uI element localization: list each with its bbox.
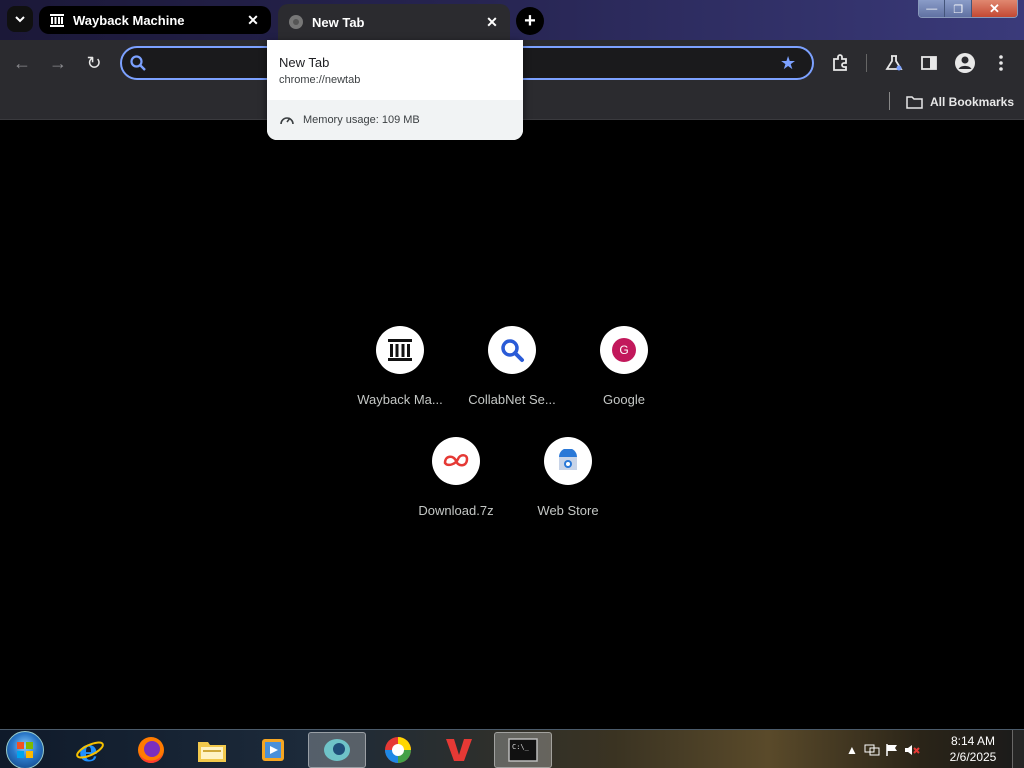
tab-title: Wayback Machine — [73, 12, 185, 28]
action-center-flag-icon[interactable] — [884, 740, 900, 760]
new-tab-page: Wayback Ma... CollabNet Se... G Google D… — [0, 121, 1024, 729]
show-desktop-button[interactable] — [1012, 730, 1024, 768]
media-player-icon[interactable] — [244, 732, 302, 768]
tab-strip: Wayback Machine ✕ New Tab ✕ + — ❐ ✕ — [0, 0, 1024, 40]
all-bookmarks-label: All Bookmarks — [930, 95, 1015, 109]
clock-time: 8:14 AM — [950, 734, 996, 748]
tab-wayback-machine[interactable]: Wayback Machine ✕ — [39, 6, 271, 34]
file-explorer-icon[interactable] — [183, 732, 241, 768]
back-button[interactable]: ← — [9, 50, 35, 76]
toolbar-divider — [866, 54, 867, 72]
shortcut-label: CollabNet Se... — [468, 392, 556, 407]
window-controls: — ❐ ✕ — [918, 0, 1018, 18]
shortcut-tile[interactable]: Web Store — [512, 437, 624, 537]
shortcut-tile[interactable]: Wayback Ma... — [344, 326, 456, 426]
hover-card-title: New Tab — [279, 55, 330, 70]
new-tab-button[interactable]: + — [516, 7, 544, 35]
minimize-button[interactable]: — — [919, 0, 946, 17]
google-letter: G — [612, 338, 636, 362]
system-clock[interactable]: 8:14 AM 2/6/2025 — [944, 733, 1002, 765]
hover-card-header: New Tab chrome://newtab — [267, 40, 523, 100]
hover-card-url: chrome://newtab — [279, 74, 361, 86]
wayback-icon — [49, 12, 65, 28]
tab-search-button[interactable] — [7, 6, 33, 32]
clock-date: 2/6/2025 — [949, 750, 997, 764]
shortcut-label: Wayback Ma... — [357, 392, 443, 407]
search-icon — [130, 55, 146, 71]
tab-hover-card: New Tab chrome://newtab Memory usage: 10… — [267, 40, 523, 140]
close-tab-icon[interactable]: ✕ — [245, 12, 261, 28]
labs-flask-icon[interactable] — [881, 50, 907, 76]
screen: Wayback Machine ✕ New Tab ✕ + — ❐ ✕ ← → … — [0, 0, 1024, 768]
shortcut-tile[interactable]: G Google — [568, 326, 680, 426]
memory-gauge-icon — [280, 117, 294, 125]
download-7z-icon — [432, 437, 480, 485]
windows-logo-icon — [17, 742, 33, 758]
shortcut-tile[interactable]: CollabNet Se... — [456, 326, 568, 426]
wayback-icon — [376, 326, 424, 374]
globe-icon — [288, 14, 304, 30]
volume-muted-icon[interactable] — [904, 740, 920, 760]
start-button[interactable] — [6, 731, 44, 768]
close-window-button[interactable]: ✕ — [971, 0, 1017, 17]
hover-card-memory: Memory usage: 109 MB — [267, 100, 523, 140]
extensions-icon[interactable] — [827, 50, 853, 76]
forward-button[interactable]: → — [45, 50, 71, 76]
system-tray: ▲ — [844, 730, 924, 768]
shortcut-tile[interactable]: Download.7z — [400, 437, 512, 537]
tray-expand-icon[interactable]: ▲ — [844, 740, 860, 760]
web-store-icon — [544, 437, 592, 485]
network-icon[interactable] — [864, 740, 880, 760]
shortcut-label: Web Store — [537, 503, 599, 518]
google-g-icon: G — [600, 326, 648, 374]
bookmarks-divider — [889, 92, 890, 110]
close-tab-icon[interactable]: ✕ — [484, 14, 500, 30]
folder-icon — [906, 96, 923, 109]
svg-text:C:\_: C:\_ — [512, 743, 530, 751]
chromium-icon[interactable] — [308, 732, 366, 768]
shortcut-label: Google — [603, 392, 645, 407]
wps-office-icon[interactable] — [430, 732, 488, 768]
firefox-icon[interactable] — [122, 732, 180, 768]
tab-title: New Tab — [312, 14, 365, 30]
shortcut-label: Download.7z — [418, 503, 494, 518]
chevron-down-icon — [15, 16, 25, 23]
menu-kebab-icon[interactable] — [988, 50, 1014, 76]
profile-avatar-icon[interactable] — [952, 50, 978, 76]
maximize-button[interactable]: ❐ — [945, 0, 972, 17]
all-bookmarks-button[interactable]: All Bookmarks — [906, 92, 1014, 112]
internet-explorer-icon[interactable]: e — [61, 732, 119, 768]
side-panel-icon[interactable] — [916, 50, 942, 76]
bookmark-star-icon[interactable]: ★ — [780, 53, 800, 73]
color-wheel-icon[interactable] — [369, 732, 427, 768]
cmd-icon[interactable]: C:\_ — [494, 732, 552, 768]
taskbar: e C:\_ ▲ 8:14 AM 2/6/2025 — [0, 729, 1024, 768]
reload-button[interactable]: ↻ — [81, 50, 107, 76]
memory-usage-text: Memory usage: 109 MB — [303, 114, 420, 126]
search-icon — [488, 326, 536, 374]
tab-new-tab[interactable]: New Tab ✕ — [278, 4, 510, 40]
